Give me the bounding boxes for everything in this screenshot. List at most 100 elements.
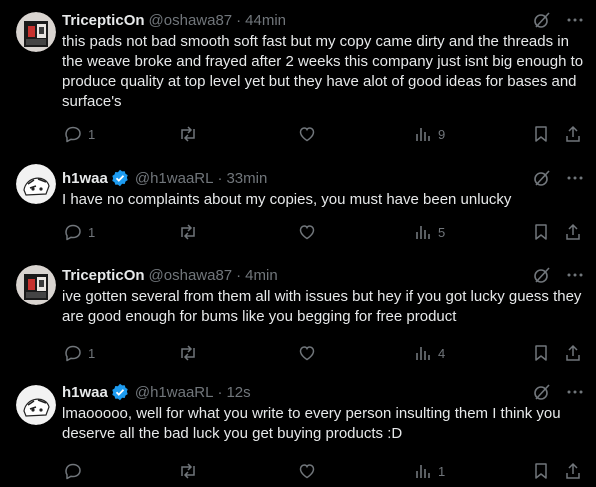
- tweet-header: h1waa @h1waaRL · 12s: [62, 382, 584, 402]
- author-name[interactable]: h1waa: [62, 384, 108, 401]
- retweet-icon: [181, 463, 195, 479]
- views-button[interactable]: 4: [414, 344, 445, 362]
- avatar-h1waa[interactable]: [16, 164, 56, 204]
- reply-button[interactable]: [64, 462, 88, 480]
- retweet-icon: [181, 126, 195, 142]
- like-button[interactable]: [298, 125, 322, 143]
- reply-tweet[interactable]: TricepticOn @oshawa87 · 44min this pads …: [0, 0, 596, 148]
- bookmark-icon: [535, 224, 547, 240]
- author-handle[interactable]: @oshawa87: [149, 12, 233, 29]
- views-count: 5: [438, 224, 446, 240]
- reply-icon: [65, 345, 81, 362]
- retweet-icon: [181, 224, 195, 240]
- views-icon: [416, 128, 430, 141]
- timestamp[interactable]: 4min: [245, 267, 278, 284]
- grok-icon[interactable]: [532, 168, 552, 188]
- reply-count: 1: [88, 224, 96, 240]
- bookmark-button[interactable]: [533, 125, 549, 143]
- views-button[interactable]: 5: [414, 223, 445, 241]
- share-button[interactable]: [564, 223, 582, 241]
- like-icon: [299, 464, 315, 479]
- avatar-tricepticon[interactable]: [16, 265, 56, 305]
- bookmark-icon: [535, 345, 547, 361]
- retweet-button[interactable]: [178, 223, 204, 241]
- timestamp[interactable]: 33min: [226, 170, 267, 187]
- separator-dot: ·: [217, 383, 223, 401]
- tweet-actions: 1 9: [0, 124, 596, 144]
- bookmark-button[interactable]: [533, 462, 549, 480]
- like-icon: [299, 225, 315, 240]
- like-icon: [299, 127, 315, 142]
- author-name[interactable]: TricepticOn: [62, 12, 145, 29]
- reply-button[interactable]: 1: [64, 223, 95, 241]
- grok-icon[interactable]: [532, 265, 552, 285]
- author-handle[interactable]: @oshawa87: [149, 267, 233, 284]
- separator-dot: ·: [217, 169, 223, 187]
- reply-button[interactable]: 1: [64, 344, 95, 362]
- reply-icon: [65, 224, 81, 241]
- author-name[interactable]: h1waa: [62, 170, 108, 187]
- retweet-button[interactable]: [178, 125, 204, 143]
- avatar-h1waa[interactable]: [16, 385, 56, 425]
- like-button[interactable]: [298, 223, 322, 241]
- tweet-text: this pads not bad smooth soft fast but m…: [62, 33, 584, 110]
- tweet-text: I have no complaints about my copies, yo…: [62, 191, 512, 208]
- share-icon: [566, 344, 580, 361]
- retweet-icon: [181, 345, 195, 361]
- share-icon: [566, 462, 580, 479]
- views-icon: [416, 465, 430, 478]
- share-icon: [566, 223, 580, 240]
- share-button[interactable]: [564, 125, 582, 143]
- reply-tweet[interactable]: TricepticOn @oshawa87 · 4min ive gotten …: [0, 251, 596, 373]
- reply-count: 1: [88, 126, 96, 142]
- reply-icon: [65, 126, 81, 143]
- reply-icon: [65, 463, 81, 480]
- author-handle[interactable]: @h1waaRL: [135, 384, 214, 401]
- views-button[interactable]: 1: [414, 462, 445, 480]
- bookmark-button[interactable]: [533, 223, 549, 241]
- retweet-button[interactable]: [178, 344, 204, 362]
- author-name[interactable]: TricepticOn: [62, 267, 145, 284]
- bookmark-button[interactable]: [533, 344, 549, 362]
- avatar-tricepticon[interactable]: [16, 12, 56, 52]
- tweet-actions: 1: [0, 461, 596, 481]
- tweet-header: TricepticOn @oshawa87 · 4min: [62, 265, 584, 285]
- timestamp[interactable]: 12s: [226, 384, 250, 401]
- verified-badge-icon: [111, 383, 129, 401]
- share-icon: [566, 125, 580, 142]
- views-count: 4: [438, 345, 446, 361]
- bookmark-icon: [535, 126, 547, 142]
- separator-dot: ·: [236, 11, 242, 29]
- grok-icon[interactable]: [532, 10, 552, 30]
- like-button[interactable]: [298, 344, 322, 362]
- reply-button[interactable]: 1: [64, 125, 95, 143]
- more-icon[interactable]: [566, 169, 584, 187]
- author-handle[interactable]: @h1waaRL: [135, 170, 214, 187]
- tweet-actions: 1 4: [0, 343, 596, 363]
- reply-tweet[interactable]: h1waa @h1waaRL · 33min I have no complai…: [0, 148, 596, 251]
- more-icon[interactable]: [566, 11, 584, 29]
- verified-badge-icon: [111, 169, 129, 187]
- tweet-text: ive gotten several from them all with is…: [62, 288, 582, 325]
- more-icon[interactable]: [566, 266, 584, 284]
- retweet-button[interactable]: [178, 462, 204, 480]
- bookmark-icon: [535, 463, 547, 479]
- timestamp[interactable]: 44min: [245, 12, 286, 29]
- views-icon: [416, 226, 430, 239]
- tweet-text: lmaooooo, well for what you write to eve…: [62, 405, 561, 442]
- like-button[interactable]: [298, 462, 322, 480]
- views-count: 9: [438, 126, 446, 142]
- grok-icon[interactable]: [532, 382, 552, 402]
- views-icon: [416, 347, 430, 360]
- tweet-header: TricepticOn @oshawa87 · 44min: [62, 10, 584, 30]
- tweet-actions: 1 5: [0, 222, 596, 242]
- more-icon[interactable]: [566, 383, 584, 401]
- share-button[interactable]: [564, 344, 582, 362]
- separator-dot: ·: [236, 266, 242, 284]
- like-icon: [299, 346, 315, 361]
- views-button[interactable]: 9: [414, 125, 445, 143]
- tweet-header: h1waa @h1waaRL · 33min: [62, 168, 584, 188]
- reply-tweet[interactable]: h1waa @h1waaRL · 12s lmaooooo, well for …: [0, 373, 596, 487]
- share-button[interactable]: [564, 462, 582, 480]
- views-count: 1: [438, 463, 446, 479]
